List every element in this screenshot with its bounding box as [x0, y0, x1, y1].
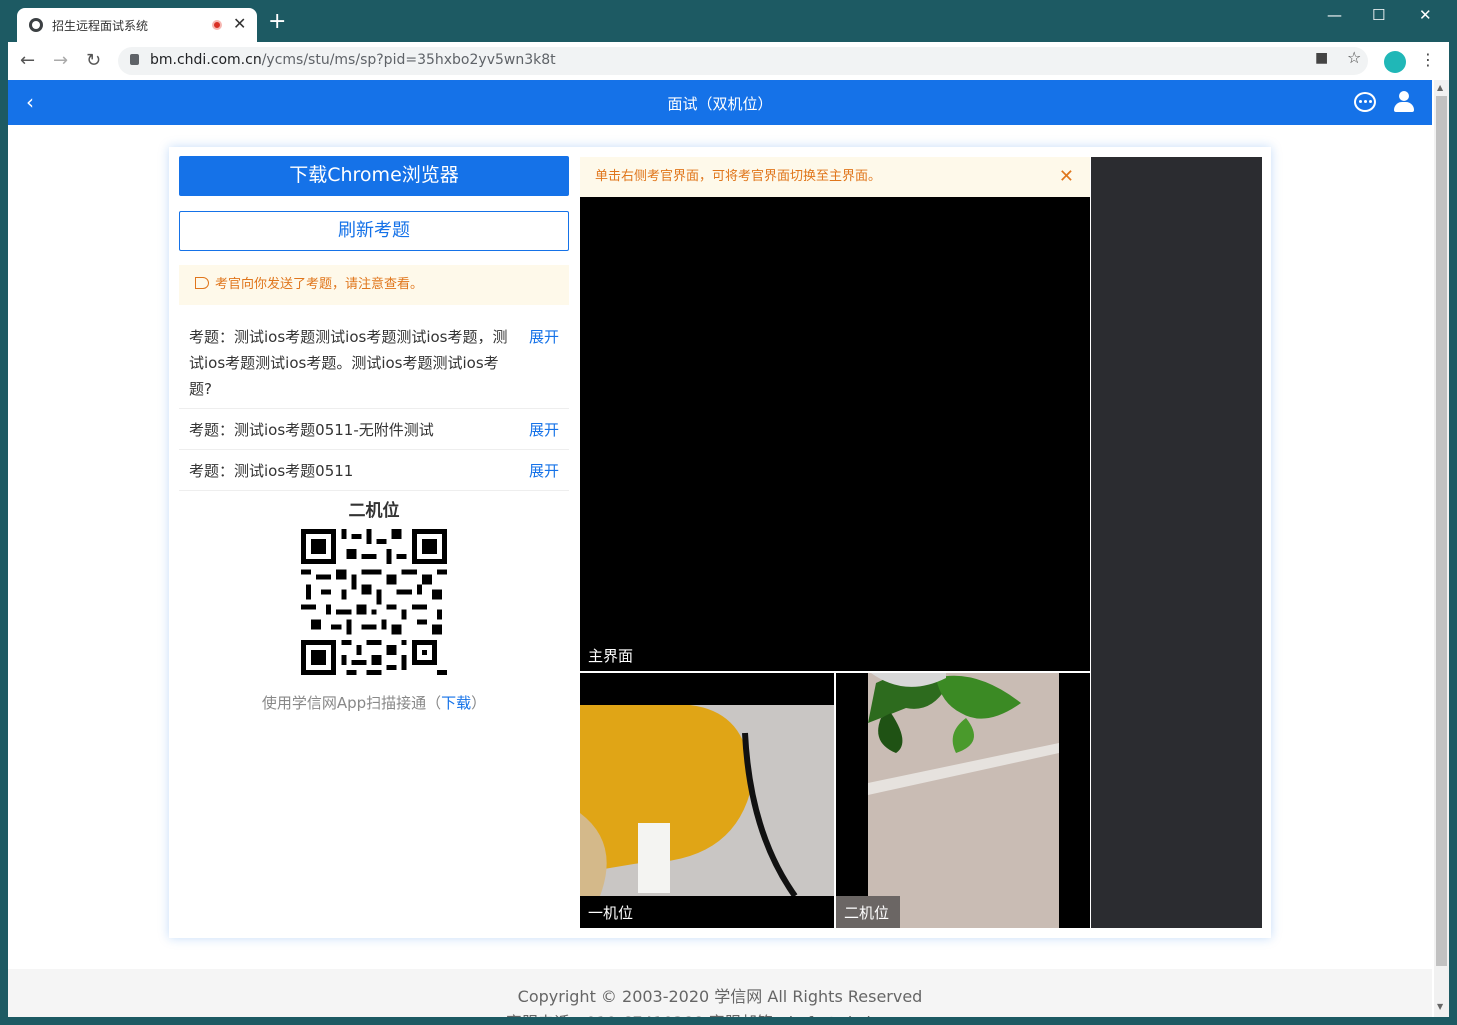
contact-text: 客服电话：010-67410388 客服邮箱：kefu@chsi.com.cn — [8, 1009, 1432, 1017]
main-view-label: 主界面 — [588, 647, 634, 665]
camera-icon[interactable]: ■ — [1315, 50, 1328, 66]
browser-tab[interactable]: 招生远程面试系统 ✕ — [17, 8, 257, 42]
qr-caption: 使用学信网App扫描接通（下载） — [179, 692, 569, 713]
interview-card: 下载Chrome浏览器 刷新考题 考官向你发送了考题，请注意查看。 考题：测试i… — [169, 147, 1271, 938]
banner-close-icon[interactable]: ✕ — [1059, 157, 1074, 197]
page-footer: Copyright © 2003-2020 学信网 All Rights Res… — [8, 969, 1432, 1017]
main-video-view[interactable]: 主界面 — [580, 197, 1090, 671]
expand-link[interactable]: 展开 — [529, 417, 559, 443]
forward-arrow-icon[interactable]: → — [53, 50, 68, 71]
page-scrollbar[interactable]: ▲ ▼ — [1434, 80, 1449, 1017]
address-bar[interactable]: bm.chdi.com.cn/ycms/stu/ms/sp?pid=35hxbo… — [118, 47, 1368, 75]
examiner-video-view[interactable] — [1091, 157, 1262, 928]
expand-link[interactable]: 展开 — [529, 458, 559, 484]
new-tab-button[interactable]: + — [268, 11, 286, 33]
qr-caption-text: 使用学信网App扫描接通（ — [261, 694, 442, 712]
scroll-up-icon[interactable]: ▲ — [1437, 83, 1443, 92]
globe-icon — [29, 18, 43, 32]
url-host: bm.chdi.com.cn — [150, 52, 262, 68]
chat-icon[interactable] — [1354, 92, 1376, 112]
camera-two-label: 二机位 — [844, 904, 890, 922]
list-item: 考题：测试ios考题测试ios考题测试ios考题，测试ios考题测试ios考题。… — [179, 316, 569, 409]
download-app-link[interactable]: 下载 — [441, 694, 471, 712]
switch-hint-text: 单击右侧考官界面，可将考官界面切换至主界面。 — [595, 169, 882, 184]
scroll-down-icon[interactable]: ▼ — [1437, 1002, 1443, 1011]
user-icon[interactable] — [1394, 91, 1414, 113]
profile-avatar[interactable] — [1384, 51, 1406, 73]
url-text: bm.chdi.com.cn/ycms/stu/ms/sp?pid=35hxbo… — [150, 52, 556, 68]
question-text: 考题：测试ios考题测试ios考题测试ios考题，测试ios考题测试ios考题。… — [189, 328, 508, 398]
tab-strip: 招生远程面试系统 ✕ + — ☐ ✕ — [0, 0, 1457, 42]
back-arrow-icon[interactable]: ← — [20, 50, 35, 71]
camera-one-label: 一机位 — [588, 904, 634, 922]
app-header: ‹ 面试（双机位） — [8, 80, 1432, 125]
expand-link[interactable]: 展开 — [529, 324, 559, 350]
copyright-text: Copyright © 2003-2020 学信网 All Rights Res… — [517, 987, 923, 1006]
page-title: 面试（双机位） — [667, 95, 773, 113]
speaker-icon — [195, 277, 209, 289]
camera-one-view[interactable]: 一机位 — [580, 673, 834, 928]
close-window-button[interactable]: ✕ — [1419, 6, 1432, 24]
url-path: /ycms/stu/ms/sp?pid=35hxbo2yv5wn3k8t — [261, 52, 556, 68]
question-text: 考题：测试ios考题0511-无附件测试 — [189, 421, 434, 439]
question-notice: 考官向你发送了考题，请注意查看。 — [179, 265, 569, 305]
second-camera-title: 二机位 — [348, 501, 400, 521]
scrollbar-thumb[interactable] — [1436, 96, 1447, 966]
camera-two-feed — [836, 673, 1090, 928]
switch-hint-banner: 单击右侧考官界面，可将考官界面切换至主界面。 ✕ — [580, 157, 1090, 197]
video-area: 单击右侧考官界面，可将考官界面切换至主界面。 ✕ 主界面 一机位 二机位 — [580, 157, 1262, 928]
lock-icon — [130, 54, 139, 65]
browser-toolbar: ← → ↻ bm.chdi.com.cn/ycms/stu/ms/sp?pid=… — [8, 42, 1449, 80]
question-text: 考题：测试ios考题0511 — [189, 462, 354, 480]
camera-one-feed — [580, 673, 834, 928]
reload-icon[interactable]: ↻ — [86, 50, 101, 71]
page-viewport: ‹ 面试（双机位） 下载Chrome浏览器 刷新考题 考官向你发送了考题，请注意… — [8, 80, 1449, 1017]
qr-code — [301, 529, 447, 675]
menu-dots-icon[interactable]: ⋮ — [1420, 50, 1436, 69]
minimize-button[interactable]: — — [1327, 6, 1342, 24]
question-list: 考题：测试ios考题测试ios考题测试ios考题，测试ios考题测试ios考题。… — [179, 316, 569, 491]
list-item: 考题：测试ios考题0511 展开 — [179, 450, 569, 491]
browser-window: 招生远程面试系统 ✕ + — ☐ ✕ ← → ↻ bm.chdi.com.cn/… — [0, 0, 1457, 1025]
maximize-button[interactable]: ☐ — [1372, 6, 1385, 24]
notice-text: 考官向你发送了考题，请注意查看。 — [215, 277, 424, 292]
qr-caption-end: ） — [471, 694, 487, 712]
bookmark-star-icon[interactable]: ☆ — [1347, 48, 1361, 67]
tab-close-icon[interactable]: ✕ — [233, 14, 246, 33]
camera-two-view[interactable]: 二机位 — [836, 673, 1090, 928]
refresh-questions-button[interactable]: 刷新考题 — [179, 211, 569, 251]
recording-icon — [212, 20, 222, 30]
tab-title: 招生远程面试系统 — [52, 19, 149, 33]
list-item: 考题：测试ios考题0511-无附件测试 展开 — [179, 409, 569, 450]
download-chrome-button[interactable]: 下载Chrome浏览器 — [179, 156, 569, 196]
